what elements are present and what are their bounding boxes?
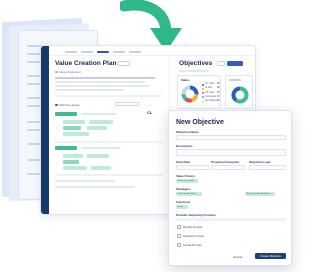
strategies-label: Strategies bbox=[176, 187, 191, 191]
status-donut-chart bbox=[181, 85, 199, 103]
legend-dot bbox=[202, 87, 204, 90]
legend-dot bbox=[202, 83, 204, 86]
tab[interactable] bbox=[113, 51, 125, 53]
new-objective-dialog: New Objective Objective Name Description… bbox=[168, 110, 292, 266]
legend-count: 05 bbox=[217, 91, 220, 94]
bullet-icon bbox=[55, 70, 58, 73]
divider bbox=[55, 174, 163, 176]
view-toggle-button[interactable] bbox=[217, 61, 225, 66]
legend-label: Off Track bbox=[205, 91, 215, 94]
top-bar bbox=[49, 46, 255, 56]
text-line bbox=[81, 113, 117, 115]
objective-lead-select[interactable] bbox=[249, 165, 286, 170]
divider bbox=[55, 95, 163, 97]
status-card-title: Status bbox=[181, 78, 190, 82]
cancel-button[interactable]: Cancel bbox=[233, 255, 242, 259]
sidebar bbox=[41, 46, 49, 214]
strategy-chip[interactable]: Raising Quota Guidance bbox=[245, 192, 275, 196]
value-statement-label: Value Statement bbox=[59, 70, 81, 74]
status-card: Status On Track 08 At Risk 06 Off Track 05 Com… bbox=[177, 75, 221, 109]
legend-label: Not Started bbox=[205, 100, 217, 103]
start-date-label: Start Date bbox=[176, 160, 191, 164]
tab[interactable] bbox=[129, 51, 141, 53]
monthly-prompts-label: Monthly Prompts bbox=[183, 225, 203, 229]
projected-complete-input[interactable] bbox=[211, 165, 245, 170]
strategy-chip[interactable]: Grow Market Share bbox=[176, 192, 202, 196]
legend-count: 08 bbox=[217, 83, 220, 85]
monthly-prompts-checkbox[interactable] bbox=[177, 225, 181, 229]
initiative-pill[interactable] bbox=[63, 126, 81, 130]
sort-button[interactable] bbox=[129, 102, 139, 106]
legend-label: On Track bbox=[205, 83, 215, 85]
start-date-input[interactable] bbox=[176, 165, 209, 170]
objective-name-label: Objective Name bbox=[176, 130, 199, 134]
text-line bbox=[55, 186, 135, 188]
annual-prompts-label: Annual Prompts bbox=[183, 243, 202, 247]
bullet-icon bbox=[55, 103, 58, 106]
text-line bbox=[55, 81, 145, 83]
key-area-bar[interactable] bbox=[55, 146, 77, 150]
legend-label: Completed bbox=[205, 95, 217, 98]
status-legend: On Track 08 At Risk 06 Off Track 05 Completed 0… bbox=[202, 83, 221, 105]
key-area-bar[interactable] bbox=[55, 112, 77, 116]
divider bbox=[176, 218, 286, 221]
initiative-pill[interactable] bbox=[63, 166, 87, 170]
initiative-pill[interactable] bbox=[91, 166, 111, 170]
initiative-pill[interactable] bbox=[63, 132, 89, 136]
tab[interactable] bbox=[81, 51, 93, 53]
annual-prompts-checkbox[interactable] bbox=[177, 243, 181, 247]
legend-count: 08 bbox=[217, 100, 220, 103]
dialog-title: New Objective bbox=[176, 119, 224, 126]
divider bbox=[55, 141, 163, 143]
description-label: Description bbox=[176, 144, 193, 148]
objectives-title: Objectives bbox=[179, 60, 213, 67]
initiative-pill[interactable] bbox=[63, 154, 83, 158]
quarterly-prompts-label: Quarterly Prompts bbox=[183, 234, 205, 238]
text-line bbox=[55, 85, 150, 87]
progress-donut-chart bbox=[231, 86, 249, 104]
text-line bbox=[55, 77, 155, 79]
key-areas-label: Shift Key Areas bbox=[59, 103, 80, 107]
legend-dot bbox=[202, 92, 204, 95]
text-line bbox=[81, 147, 121, 149]
tab[interactable] bbox=[65, 51, 77, 53]
legend-label: At Risk bbox=[205, 87, 213, 90]
value-driver-chip[interactable]: Revenue Growth bbox=[176, 179, 198, 183]
initiative-pill[interactable] bbox=[87, 126, 107, 130]
objective-name-input[interactable] bbox=[176, 135, 286, 140]
value-drivers-label: Value Drivers bbox=[176, 174, 196, 178]
reporting-prompts-label: Periodic Reporting Prompts bbox=[176, 213, 216, 217]
projected-complete-label: Projected Complete bbox=[211, 160, 240, 164]
progress-card bbox=[225, 75, 253, 109]
objective-lead-label: Objective Lead bbox=[249, 160, 271, 164]
functions-label: Functions bbox=[176, 200, 191, 204]
tab-active[interactable] bbox=[97, 51, 109, 53]
text-line bbox=[229, 79, 241, 81]
legend-dot bbox=[202, 100, 204, 103]
text-line bbox=[55, 89, 125, 91]
edit-button[interactable] bbox=[117, 61, 130, 66]
company-logo: CL bbox=[147, 110, 153, 115]
legend-dot bbox=[202, 96, 204, 99]
filter-button[interactable] bbox=[115, 102, 127, 106]
page-title: Value Creation Plan bbox=[55, 60, 117, 67]
quarterly-prompts-checkbox[interactable] bbox=[177, 234, 181, 238]
initiative-pill[interactable] bbox=[63, 120, 85, 124]
create-objective-button[interactable]: Create Objective bbox=[255, 253, 286, 259]
initiative-pill[interactable] bbox=[89, 120, 113, 124]
initiative-pill[interactable] bbox=[87, 154, 109, 158]
initiative-pill[interactable] bbox=[63, 160, 79, 164]
function-chip[interactable]: Sales bbox=[176, 205, 188, 209]
legend-count: 04 bbox=[217, 95, 220, 98]
text-line bbox=[55, 180, 115, 182]
add-objective-button[interactable] bbox=[227, 61, 243, 66]
text-line bbox=[179, 70, 209, 72]
legend-count: 06 bbox=[217, 87, 220, 90]
description-input[interactable] bbox=[176, 149, 286, 156]
